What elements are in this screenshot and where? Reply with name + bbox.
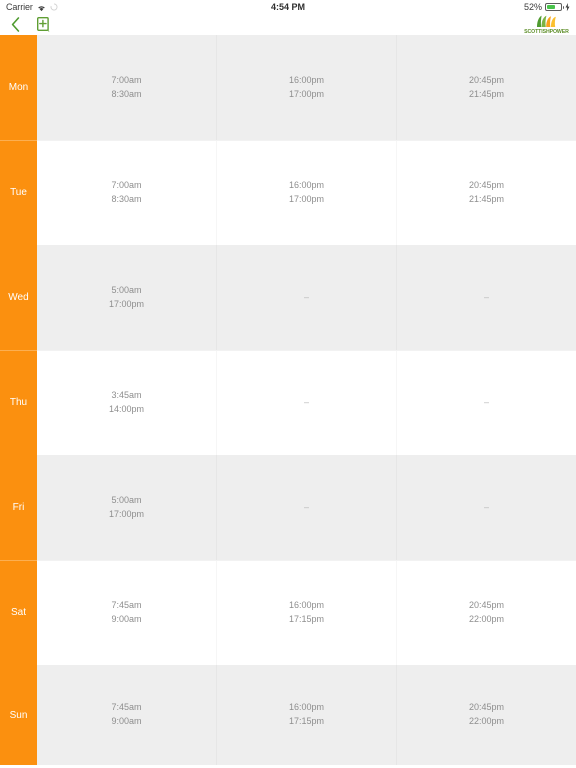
slot-start-time: 5:00am [111, 284, 142, 295]
save-document-icon[interactable] [35, 16, 51, 34]
slot-start-time: – [483, 396, 489, 407]
schedule-slot[interactable]: – [216, 350, 396, 455]
chevron-left-icon[interactable] [8, 16, 22, 34]
slot-end-time: 22:00pm [468, 716, 505, 726]
slot-start-time: 7:00am [111, 74, 142, 85]
slot-end-time: 22:00pm [468, 613, 505, 624]
slot-start-time: – [483, 501, 489, 512]
slot-start-time: 16:00pm [288, 599, 325, 610]
sync-icon [50, 3, 58, 11]
brand-name-label: SCOTTISHPOWER [524, 28, 569, 35]
slot-end-time: 17:15pm [288, 716, 325, 726]
day-label-sun[interactable]: Sun [0, 665, 37, 765]
schedule-slot[interactable]: – [396, 455, 576, 560]
battery-icon [545, 3, 564, 11]
battery-percent-label: 52% [523, 2, 542, 12]
slot-start-time: 7:45am [111, 599, 142, 610]
schedule-slot[interactable]: 3:45am 14:00pm [37, 350, 216, 455]
row-slots: 7:45am 9:00am 16:00pm 17:15pm 20:45pm 22:00pm [37, 560, 576, 665]
scottishpower-flame-logo-icon [535, 15, 559, 28]
slot-end-time: 21:45pm [468, 88, 505, 99]
slot-end-time: 17:00pm [108, 508, 145, 519]
slot-end-time: 17:00pm [288, 193, 325, 204]
lightning-bolt-icon [565, 2, 570, 12]
schedule-slot[interactable]: – [396, 245, 576, 350]
slot-end-time: 8:30am [111, 88, 142, 99]
schedule-slot[interactable]: 16:00pm 17:15pm [216, 560, 396, 665]
table-row: Tue 7:00am 8:30am 16:00pm 17:00pm 20:45pm 21:4… [0, 140, 576, 245]
slot-end-time: 17:00pm [108, 298, 145, 309]
day-label-tue[interactable]: Tue [0, 140, 37, 245]
slot-end-time: 17:15pm [288, 613, 325, 624]
status-bar: Carrier 4:54 PM 52% [0, 0, 576, 14]
slot-start-time: 16:00pm [288, 702, 325, 712]
day-label-mon[interactable]: Mon [0, 35, 37, 140]
row-slots: 7:00am 8:30am 16:00pm 17:00pm 20:45pm 21:45pm [37, 140, 576, 245]
table-row: Fri 5:00am 17:00pm – – [0, 455, 576, 560]
schedule-slot[interactable]: – [396, 350, 576, 455]
schedule-slot[interactable]: 7:45am 9:00am [37, 665, 216, 765]
slot-start-time: – [303, 396, 309, 407]
table-row: Sun 7:45am 9:00am 16:00pm 17:15pm 20:45pm 22:0… [0, 665, 576, 765]
slot-start-time: – [483, 291, 489, 302]
slot-start-time: 20:45pm [468, 599, 505, 610]
row-slots: 7:00am 8:30am 16:00pm 17:00pm 20:45pm 21:45pm [37, 35, 576, 140]
navbar-actions [8, 16, 51, 34]
brand-logo: SCOTTISHPOWER [524, 15, 569, 35]
schedule-slot[interactable]: – [216, 245, 396, 350]
slot-start-time: 20:45pm [468, 702, 505, 712]
navigation-bar: SCOTTISHPOWER [0, 14, 576, 35]
row-slots: 5:00am 17:00pm – – [37, 245, 576, 350]
slot-start-time: 3:45am [111, 389, 142, 400]
schedule-slot[interactable]: 16:00pm 17:00pm [216, 140, 396, 245]
status-bar-right: 52% [524, 2, 570, 12]
row-slots: 5:00am 17:00pm – – [37, 455, 576, 560]
weekly-schedule-table: Mon 7:00am 8:30am 16:00pm 17:00pm 20:45pm 21:4… [0, 35, 576, 765]
slot-end-time: 9:00am [111, 716, 142, 726]
slot-end-time: 14:00pm [108, 403, 145, 414]
schedule-slot[interactable]: 16:00pm 17:15pm [216, 665, 396, 765]
schedule-slot[interactable]: 16:00pm 17:00pm [216, 35, 396, 140]
schedule-slot[interactable]: 7:00am 8:30am [37, 35, 216, 140]
slot-start-time: 7:45am [111, 702, 142, 712]
schedule-slot[interactable]: 5:00am 17:00pm [37, 455, 216, 560]
table-row: Sat 7:45am 9:00am 16:00pm 17:15pm 20:45pm 22:0… [0, 560, 576, 665]
schedule-slot[interactable]: 7:45am 9:00am [37, 560, 216, 665]
schedule-slot[interactable]: 5:00am 17:00pm [37, 245, 216, 350]
status-bar-left: Carrier [6, 2, 58, 12]
carrier-label: Carrier [6, 2, 33, 12]
wifi-icon [37, 4, 46, 11]
slot-start-time: 5:00am [111, 494, 142, 505]
slot-start-time: 20:45pm [468, 179, 505, 190]
slot-start-time: – [303, 291, 309, 302]
slot-start-time: – [303, 501, 309, 512]
slot-start-time: 7:00am [111, 179, 142, 190]
slot-start-time: 20:45pm [468, 74, 505, 85]
schedule-slot[interactable]: 7:00am 8:30am [37, 140, 216, 245]
status-bar-clock: 4:54 PM [270, 2, 305, 12]
slot-end-time: 21:45pm [468, 193, 505, 204]
schedule-slot[interactable]: – [216, 455, 396, 560]
schedule-slot[interactable]: 20:45pm 21:45pm [396, 35, 576, 140]
day-label-fri[interactable]: Fri [0, 455, 37, 560]
table-row: Mon 7:00am 8:30am 16:00pm 17:00pm 20:45pm 21:4… [0, 35, 576, 140]
table-row: Wed 5:00am 17:00pm – – [0, 245, 576, 350]
day-label-thu[interactable]: Thu [0, 350, 37, 455]
row-slots: 7:45am 9:00am 16:00pm 17:15pm 20:45pm 22:00pm [37, 665, 576, 765]
day-label-sat[interactable]: Sat [0, 560, 37, 665]
schedule-slot[interactable]: 20:45pm 22:00pm [396, 560, 576, 665]
day-label-wed[interactable]: Wed [0, 245, 37, 350]
slot-start-time: 16:00pm [288, 74, 325, 85]
row-slots: 3:45am 14:00pm – – [37, 350, 576, 455]
table-row: Thu 3:45am 14:00pm – – [0, 350, 576, 455]
schedule-slot[interactable]: 20:45pm 22:00pm [396, 665, 576, 765]
slot-end-time: 8:30am [111, 193, 142, 204]
slot-end-time: 9:00am [111, 613, 142, 624]
slot-end-time: 17:00pm [288, 88, 325, 99]
schedule-slot[interactable]: 20:45pm 21:45pm [396, 140, 576, 245]
slot-start-time: 16:00pm [288, 179, 325, 190]
